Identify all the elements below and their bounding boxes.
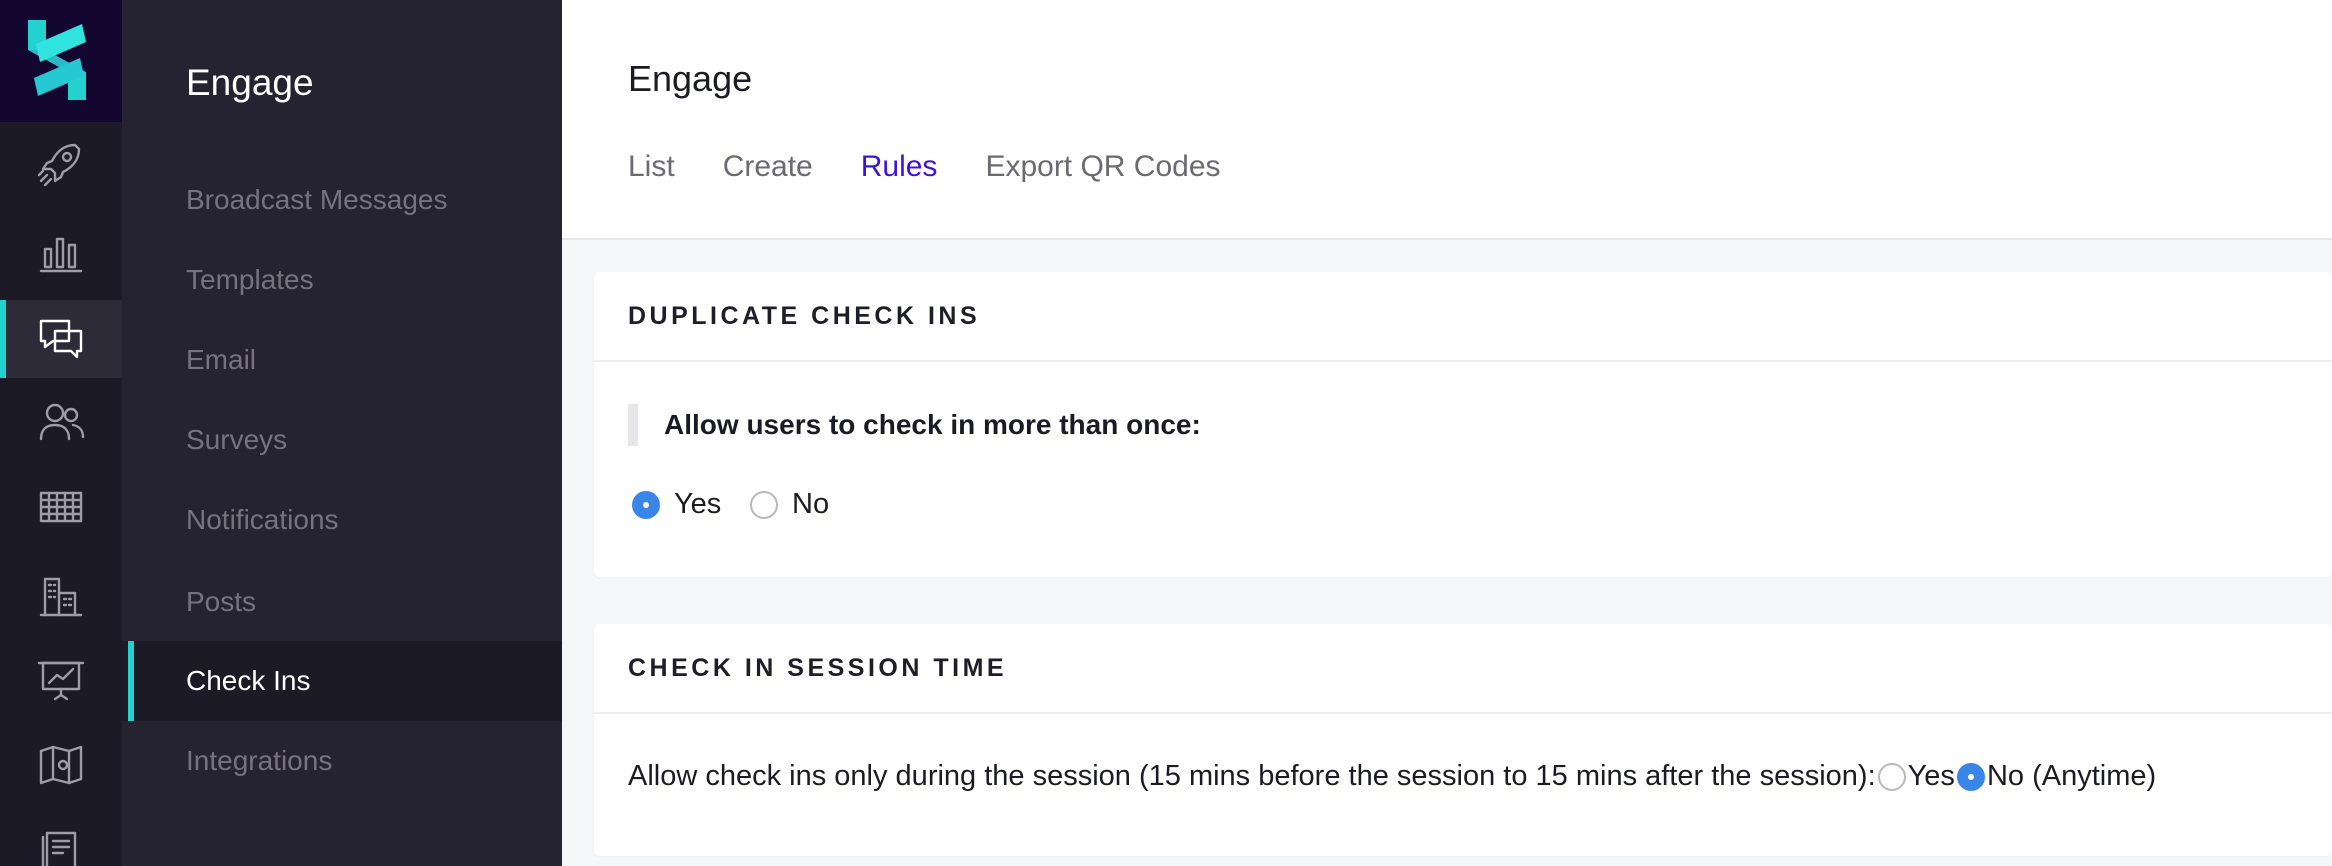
icon-rail — [0, 0, 122, 866]
radio-option-yes[interactable]: Yes — [632, 488, 721, 521]
buildings-icon[interactable] — [0, 556, 122, 634]
subnav-item-integrations[interactable]: Integrations — [122, 721, 562, 801]
subnav-item-templates[interactable]: Templates — [122, 240, 562, 320]
chat-bubbles-icon[interactable] — [0, 300, 122, 378]
users-icon[interactable] — [0, 384, 122, 462]
tab-create[interactable]: Create — [723, 150, 813, 184]
duplicate-check-ins-card: DUPLICATE CHECK INS Allow users to check… — [594, 272, 2332, 577]
card-title: DUPLICATE CHECK INS — [594, 272, 2332, 362]
presentation-icon[interactable] — [0, 640, 122, 718]
radio-label: No — [792, 488, 830, 520]
tab-rules[interactable]: Rules — [861, 150, 938, 184]
question-marker — [628, 404, 638, 446]
section-title: Engage — [186, 62, 314, 103]
tab-list[interactable]: List — [628, 150, 675, 184]
subnav-item-notifications[interactable]: Notifications — [122, 480, 562, 560]
bar-chart-icon[interactable] — [0, 212, 122, 290]
radio-button[interactable] — [750, 490, 778, 519]
grid-table-icon[interactable] — [0, 468, 122, 546]
card-title: CHECK IN SESSION TIME — [594, 624, 2332, 714]
session-time-setting: Allow check ins only during the session … — [628, 760, 2156, 793]
subnav-item-posts[interactable]: Posts — [122, 562, 562, 642]
main-content: Engage List Create Rules Export QR Codes… — [562, 0, 2332, 866]
document-icon[interactable] — [0, 810, 122, 866]
secondary-nav: Engage Broadcast Messages Templates Emai… — [122, 0, 562, 866]
radio-option-no[interactable]: No — [750, 488, 829, 521]
subnav-item-check-ins[interactable]: Check Ins — [122, 641, 562, 721]
app-logo[interactable] — [0, 0, 122, 122]
tab-bar: List Create Rules Export QR Codes — [628, 150, 1221, 184]
map-icon[interactable] — [0, 726, 122, 804]
page-header: Engage List Create Rules Export QR Codes — [562, 0, 2332, 240]
subnav-item-email[interactable]: Email — [122, 320, 562, 400]
radio-button[interactable] — [1877, 762, 1906, 791]
radio-label: Yes — [674, 488, 722, 520]
tab-export-qr-codes[interactable]: Export QR Codes — [985, 150, 1220, 184]
subnav-item-broadcast-messages[interactable]: Broadcast Messages — [122, 160, 562, 240]
radio-label-no-anytime[interactable]: No (Anytime) — [1987, 760, 2156, 793]
question: Allow users to check in more than once: — [628, 404, 1201, 446]
subnav-item-surveys[interactable]: Surveys — [122, 400, 562, 480]
page-title: Engage — [628, 58, 753, 99]
logo-icon — [28, 20, 86, 100]
rocket-icon[interactable] — [0, 124, 122, 202]
check-in-session-time-card: CHECK IN SESSION TIME Allow check ins on… — [594, 624, 2332, 856]
question-text: Allow users to check in more than once: — [664, 409, 1201, 440]
radio-button-checked[interactable] — [632, 490, 660, 519]
radio-button-checked[interactable] — [1956, 762, 1985, 791]
radio-label-yes[interactable]: Yes — [1908, 760, 1955, 793]
question-text: Allow check ins only during the session … — [628, 760, 1876, 792]
